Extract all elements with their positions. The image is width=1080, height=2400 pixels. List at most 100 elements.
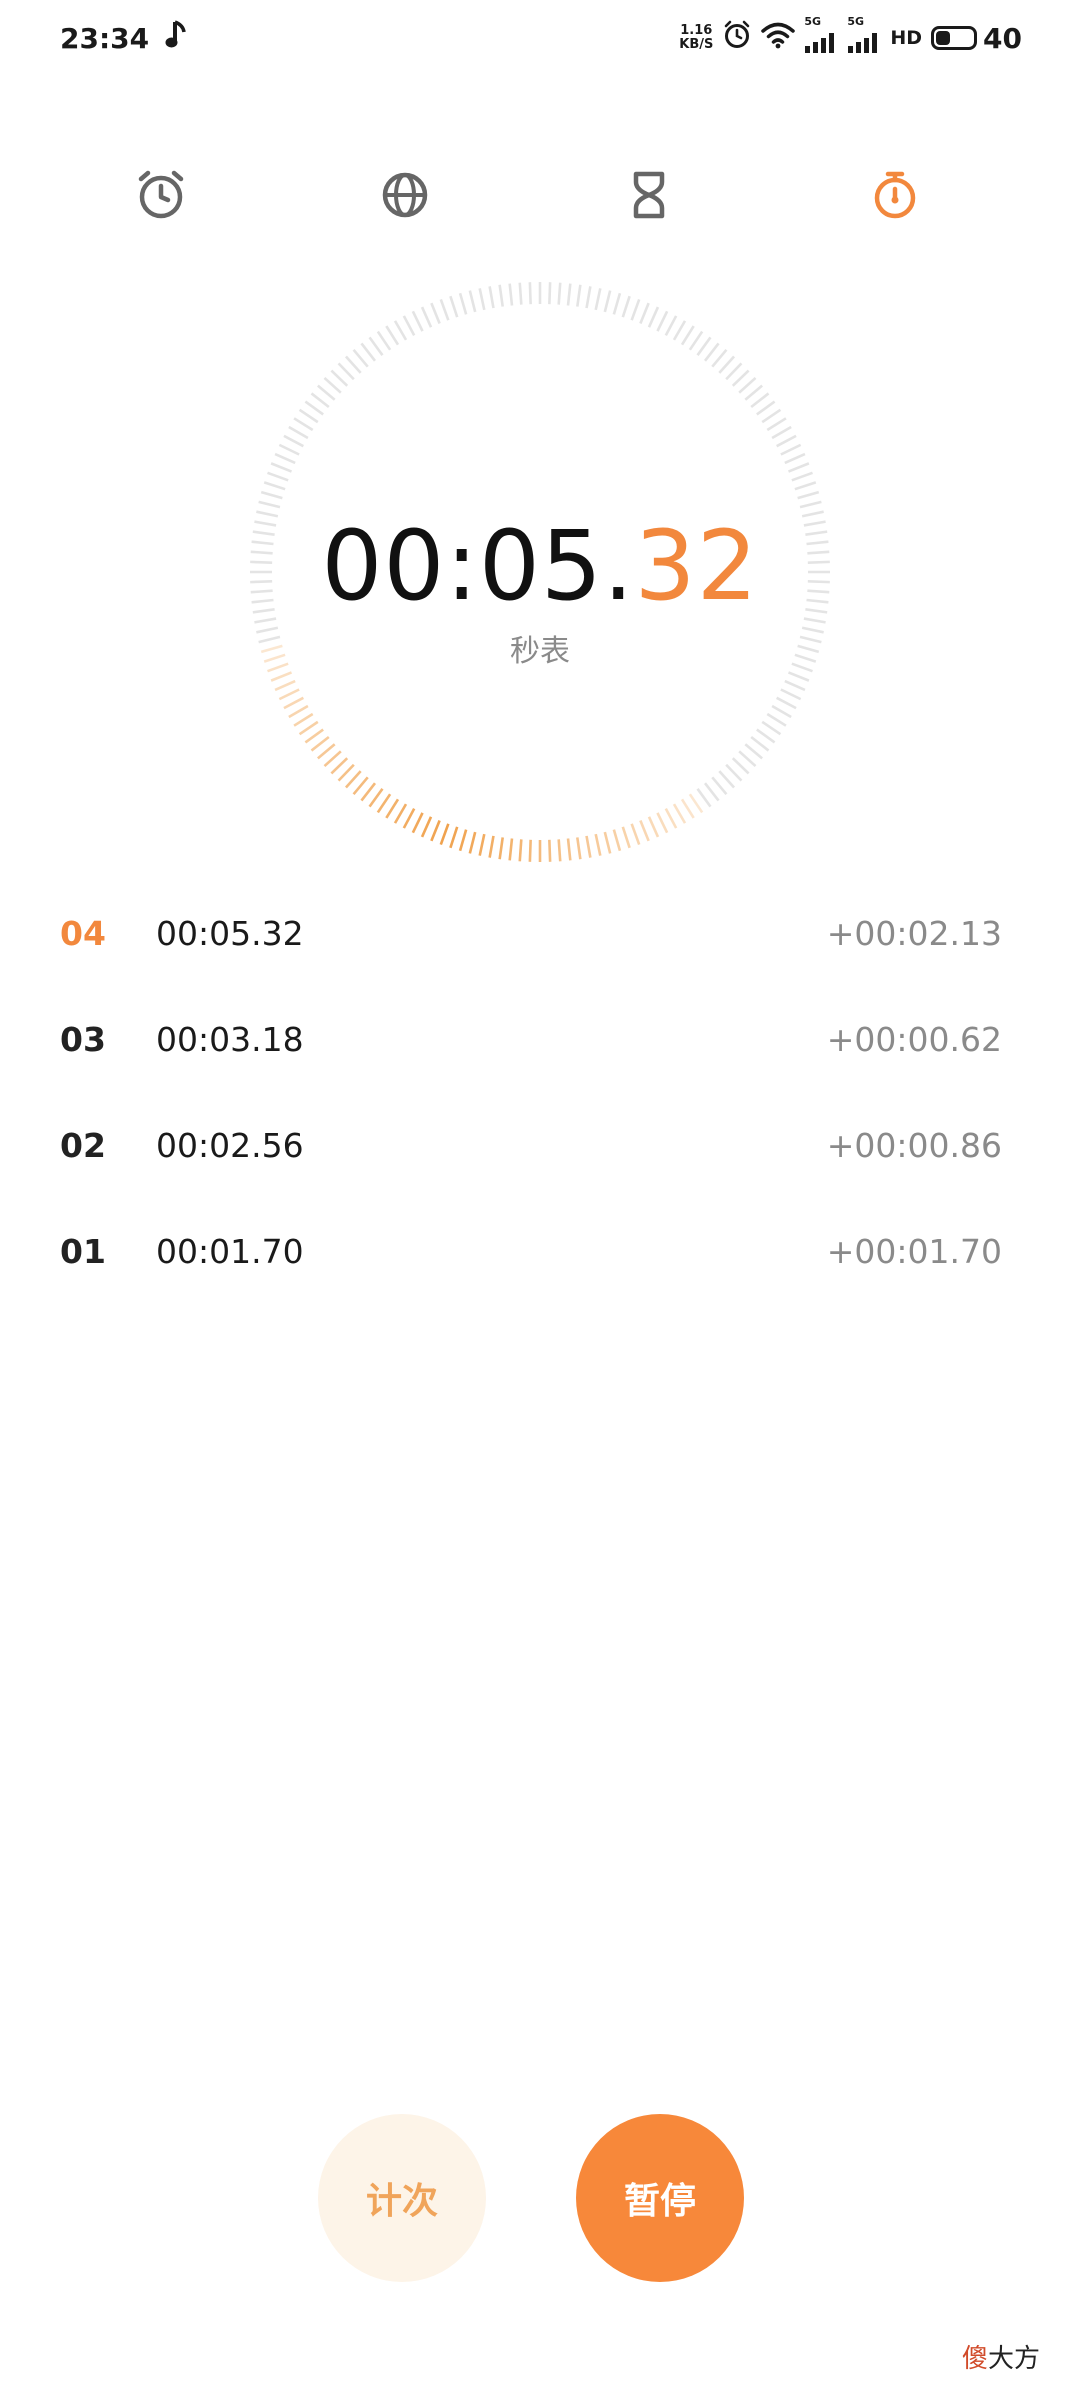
dial-tick xyxy=(776,434,797,448)
globe-icon xyxy=(382,172,428,218)
dial-tick xyxy=(508,838,514,861)
battery-icon xyxy=(931,26,978,50)
dial-tick xyxy=(430,302,441,325)
lap-diff: +00:00.62 xyxy=(826,1020,1002,1059)
dial-tick xyxy=(310,392,330,409)
lap-diff: +00:00.86 xyxy=(826,1126,1002,1165)
dial-tick xyxy=(385,798,400,819)
dial-tick xyxy=(794,481,817,491)
tab-timer[interactable] xyxy=(614,160,684,230)
dial-tick xyxy=(557,282,562,305)
tab-stopwatch[interactable] xyxy=(860,160,930,230)
dial-tick xyxy=(603,831,612,854)
dial-tick xyxy=(478,833,486,856)
alarm-clock-icon xyxy=(138,170,184,219)
dial-tick xyxy=(293,712,314,727)
watermark: 傻大方 xyxy=(962,2338,1040,2375)
dial-tick xyxy=(411,812,424,834)
dial-tick xyxy=(528,839,532,862)
dial-tick xyxy=(664,808,678,829)
dial-tick xyxy=(337,362,355,381)
dial-tick xyxy=(498,284,504,307)
dial-tick xyxy=(458,292,468,315)
lap-list: 04 00:05.32 +00:02.13 03 00:03.18 +00:00.62 02… xyxy=(0,880,1080,1304)
dial-tick xyxy=(267,471,289,482)
battery-indicator: 40 xyxy=(931,22,1022,55)
tab-alarm[interactable] xyxy=(126,160,196,230)
dial-tick xyxy=(787,671,810,682)
dial-tick xyxy=(603,290,612,313)
watermark-first-char: 傻 xyxy=(961,2344,988,2374)
dial-tick xyxy=(283,696,304,710)
dial-tick xyxy=(585,835,592,858)
dial-tick xyxy=(278,688,300,701)
dial-tick xyxy=(672,803,687,824)
dial-tick xyxy=(766,417,787,432)
mode-label: 秒表 xyxy=(510,634,570,669)
dial-tick xyxy=(612,292,622,315)
dial-tick xyxy=(420,306,433,328)
dial-tick xyxy=(337,763,355,782)
dial-tick xyxy=(680,325,695,346)
dial-tick xyxy=(393,803,408,824)
dial-tick xyxy=(725,362,743,381)
dial-tick xyxy=(508,283,514,306)
lap-total: 00:01.70 xyxy=(156,1232,304,1271)
dial-tick xyxy=(468,831,477,854)
watermark-rest: 大方 xyxy=(987,2344,1040,2374)
lap-index: 02 xyxy=(60,1126,106,1165)
dial-tick xyxy=(780,443,802,456)
dial-tick xyxy=(360,342,377,362)
music-note-icon xyxy=(165,19,187,57)
lap-index: 03 xyxy=(60,1020,106,1059)
lap-total: 00:02.56 xyxy=(156,1126,304,1165)
pause-button[interactable]: 暂停 xyxy=(576,2114,744,2282)
dial-tick xyxy=(738,376,757,394)
dial-tick xyxy=(594,288,602,311)
clock-tab-bar xyxy=(0,150,1080,240)
lap-total: 00:05.32 xyxy=(156,914,304,953)
tab-world-clock[interactable] xyxy=(370,160,440,230)
dial-tick xyxy=(761,408,782,424)
dial-tick xyxy=(744,743,763,760)
dial-tick xyxy=(696,336,712,356)
dial-tick xyxy=(274,679,296,692)
dial-tick xyxy=(776,696,797,710)
signal-bars-icon xyxy=(847,27,881,60)
dial-tick xyxy=(594,833,602,856)
dial-tick xyxy=(780,688,802,701)
dial-tick xyxy=(639,302,650,325)
dial-tick xyxy=(718,770,736,789)
lap-button[interactable]: 计次 xyxy=(318,2114,486,2282)
signal-bars-icon xyxy=(804,27,838,60)
lap-row: 03 00:03.18 +00:00.62 xyxy=(0,986,1080,1092)
dial-tick xyxy=(270,671,293,682)
dial-tick xyxy=(725,763,743,782)
signal-sim1: 5G xyxy=(804,16,838,60)
dial-tick xyxy=(639,819,650,842)
dial-tick xyxy=(576,284,582,307)
dial-tick xyxy=(449,826,459,849)
dial-tick xyxy=(688,330,704,351)
dial-tick xyxy=(458,829,468,852)
dial-tick xyxy=(696,788,712,808)
net-speed-unit: KB/S xyxy=(679,37,714,52)
dial-tick xyxy=(317,384,336,401)
dial-tick xyxy=(411,310,424,332)
dial-tick xyxy=(656,812,669,834)
dial-tick xyxy=(258,500,281,509)
status-time: 23:34 xyxy=(60,21,150,55)
dial-tick xyxy=(630,823,641,845)
dial-tick xyxy=(288,425,309,440)
dial-tick xyxy=(750,392,770,409)
dial-tick xyxy=(731,369,750,387)
battery-fill xyxy=(936,31,951,45)
status-bar: 23:34 1.16 KB/S 5G 5G HD 40 xyxy=(0,0,1080,76)
dial-tick xyxy=(566,838,572,861)
dial-tick xyxy=(756,728,776,744)
dial-tick xyxy=(298,720,319,736)
lap-row: 02 00:02.56 +00:00.86 xyxy=(0,1092,1080,1198)
wifi-icon xyxy=(761,21,796,56)
dial-tick xyxy=(368,336,384,356)
dial-tick xyxy=(528,282,532,305)
